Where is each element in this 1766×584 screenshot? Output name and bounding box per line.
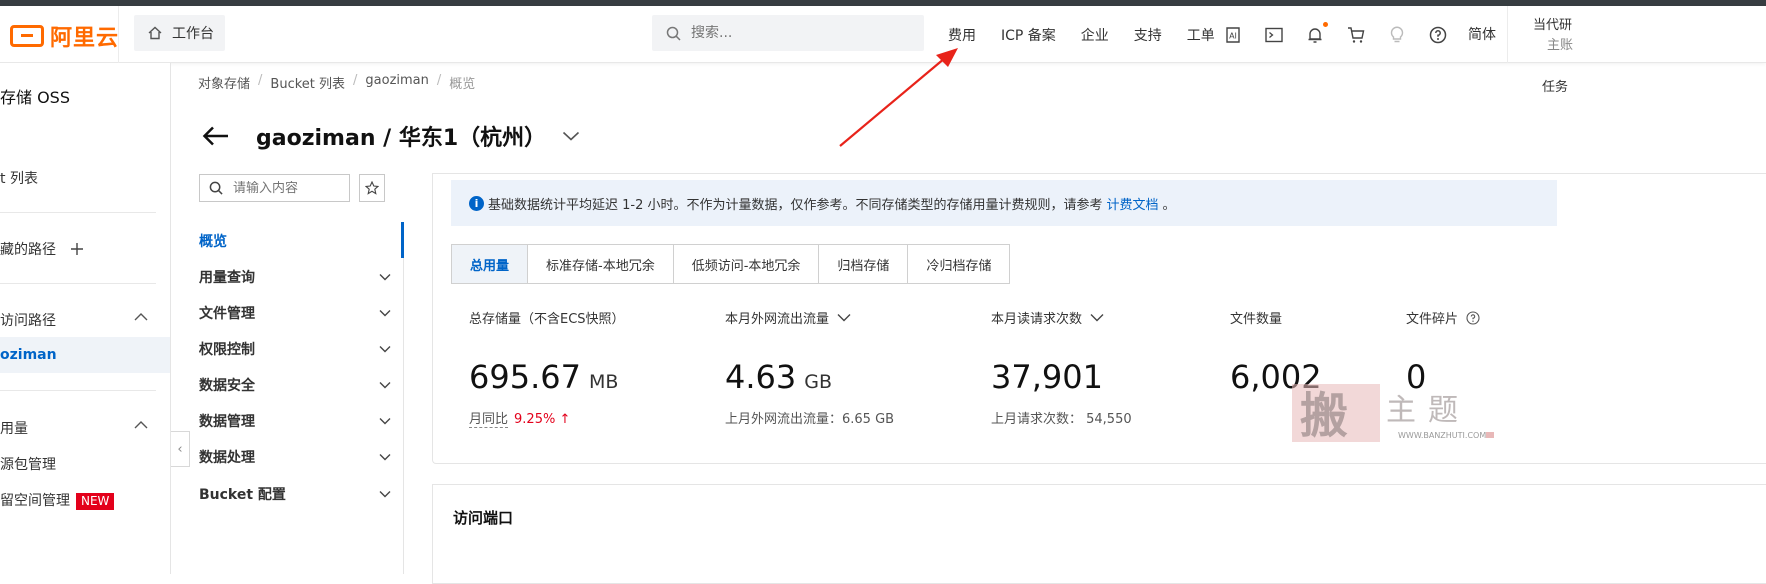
- annotation-arrow-icon: [839, 48, 958, 147]
